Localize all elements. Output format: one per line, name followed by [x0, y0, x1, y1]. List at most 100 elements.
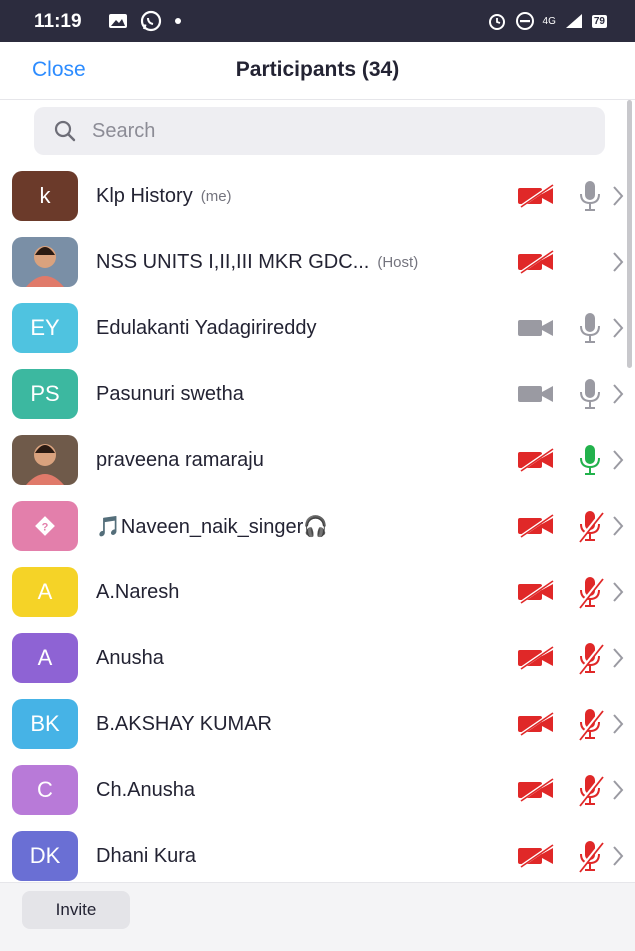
mic-muted-icon — [577, 577, 604, 609]
avatar-photo — [12, 435, 78, 485]
status-right-icons: 4G 79 — [487, 11, 607, 31]
video-off-icon — [518, 250, 554, 274]
participant-name: praveena ramaraju — [96, 448, 264, 471]
chevron-right-icon[interactable] — [610, 711, 626, 737]
status-time: 11:19 — [34, 11, 82, 32]
signal-icon — [565, 14, 582, 28]
avatar-initials: A — [37, 579, 53, 604]
avatar-initials: C — [37, 777, 53, 802]
avatar: A — [12, 567, 78, 617]
mic-muted-icon — [577, 643, 604, 675]
gallery-icon — [109, 14, 127, 28]
participant-name: Anusha — [96, 646, 164, 669]
chevron-right-icon[interactable] — [610, 513, 626, 539]
video-off-icon — [518, 184, 554, 208]
mic-muted-icon — [577, 511, 604, 543]
chevron-right-icon[interactable] — [610, 249, 626, 275]
video-off-icon — [518, 646, 554, 670]
participant-name-wrap: 🎵Naveen_naik_singer🎧 — [96, 493, 328, 559]
mic-muted-icon — [577, 775, 604, 807]
video-off-icon — [518, 448, 554, 472]
participant-row[interactable]: k Klp History (me) — [0, 163, 635, 229]
participant-row[interactable]: ? 🎵Naveen_naik_singer🎧 — [0, 493, 635, 559]
chevron-right-icon[interactable] — [610, 447, 626, 473]
chevron-right-icon[interactable] — [610, 381, 626, 407]
battery-icon: 79 — [591, 14, 607, 28]
chevron-right-icon[interactable] — [610, 183, 626, 209]
status-bar: 11:19 4G 79 — [0, 0, 635, 42]
avatar-initials: A — [37, 645, 53, 670]
search-input[interactable] — [92, 119, 572, 143]
participant-name-wrap: A.Naresh — [96, 559, 179, 625]
avatar: C — [12, 765, 78, 815]
avatar: PS — [12, 369, 78, 419]
participant-name-wrap: NSS UNITS I,II,III MKR GDC... (Host) — [96, 229, 418, 295]
participant-name-wrap: Ch.Anusha — [96, 757, 195, 823]
participant-row[interactable]: EY Edulakanti Yadagirireddy — [0, 295, 635, 361]
participant-row[interactable]: A A.Naresh — [0, 559, 635, 625]
network-type: 4G — [542, 15, 556, 27]
status-left-icons — [108, 10, 182, 32]
page-title: Participants (34) — [235, 58, 400, 81]
notification-dot-icon — [175, 18, 181, 24]
mic-icon — [580, 379, 600, 409]
participant-role: (Host) — [377, 253, 419, 271]
avatar-initials: BK — [30, 711, 60, 736]
video-off-icon — [518, 778, 554, 802]
participant-row[interactable]: PS Pasunuri swetha — [0, 361, 635, 427]
search-bar[interactable] — [34, 107, 605, 155]
participant-name: Dhani Kura — [96, 844, 197, 867]
chevron-right-icon[interactable] — [610, 579, 626, 605]
chevron-right-icon[interactable] — [610, 843, 626, 869]
participant-name: 🎵Naveen_naik_singer🎧 — [96, 515, 329, 538]
participant-name-wrap: B.AKSHAY KUMAR — [96, 691, 272, 757]
video-off-icon — [518, 844, 554, 868]
chevron-right-icon[interactable] — [610, 777, 626, 803]
participant-row[interactable]: A Anusha — [0, 625, 635, 691]
participant-name: B.AKSHAY KUMAR — [96, 712, 272, 735]
participant-row[interactable]: DK Dhani Kura — [0, 823, 635, 883]
participant-row[interactable]: NSS UNITS I,II,III MKR GDC... (Host) — [0, 229, 635, 295]
svg-text:?: ? — [42, 522, 49, 534]
participant-name: Edulakanti Yadagirireddy — [96, 316, 317, 339]
participant-role: (me) — [200, 187, 232, 205]
dnd-icon — [515, 12, 534, 30]
mic-muted-icon — [577, 709, 604, 741]
invite-button[interactable]: Invite — [22, 891, 130, 929]
footer-bar: Invite — [0, 882, 635, 951]
participant-name-wrap: praveena ramaraju — [96, 427, 264, 493]
chevron-right-icon[interactable] — [610, 645, 626, 671]
video-on-icon — [518, 386, 553, 402]
avatar-photo — [12, 237, 78, 287]
video-off-icon — [518, 580, 554, 604]
participant-name-wrap: Anusha — [96, 625, 164, 691]
avatar: ? — [12, 501, 78, 551]
avatar-initials: DK — [29, 843, 61, 868]
avatar-initials: EY — [30, 315, 60, 340]
participant-name: A.Naresh — [96, 580, 180, 603]
participants-header: Close Participants (34) — [0, 42, 635, 100]
search-icon — [54, 120, 76, 142]
alarm-icon — [488, 14, 505, 30]
avatar: DK — [12, 831, 78, 881]
participant-name-wrap: Pasunuri swetha — [96, 361, 244, 427]
video-off-icon — [518, 514, 554, 538]
mic-speaking-icon — [580, 445, 600, 475]
participant-row[interactable]: C Ch.Anusha — [0, 757, 635, 823]
participant-name: Ch.Anusha — [96, 778, 195, 801]
chevron-right-icon[interactable] — [610, 315, 626, 341]
avatar: EY — [12, 303, 78, 353]
participant-row[interactable]: BK B.AKSHAY KUMAR — [0, 691, 635, 757]
participant-list: k Klp History (me) NSS UNITS I,II,III MKR G… — [0, 163, 635, 883]
avatar-initials: PS — [30, 381, 60, 406]
participant-row[interactable]: praveena ramaraju — [0, 427, 635, 493]
participant-name: Klp History — [96, 184, 193, 207]
participant-name-wrap: Edulakanti Yadagirireddy — [96, 295, 317, 361]
avatar: A — [12, 633, 78, 683]
avatar-initials: k — [39, 183, 51, 208]
participant-name-wrap: Dhani Kura — [96, 823, 196, 883]
video-off-icon — [518, 712, 554, 736]
whatsapp-icon — [140, 10, 162, 32]
participant-name: Pasunuri swetha — [96, 382, 244, 405]
scrollbar[interactable] — [627, 100, 632, 368]
